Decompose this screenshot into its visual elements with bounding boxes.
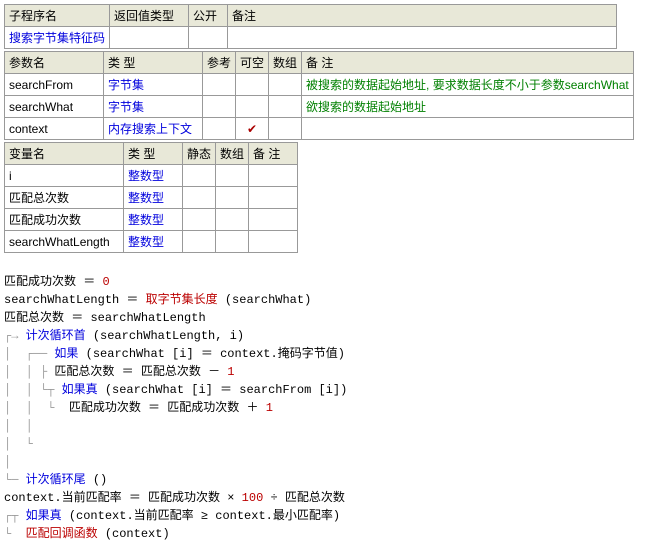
param-remark: 欲搜索的数据起始地址 (306, 100, 426, 114)
table-row: 匹配总次数整数型 (5, 187, 298, 209)
params-table: 参数名 类 型 参考 可空 数组 备 注 searchFrom 字节集 被搜索的… (4, 51, 634, 140)
param-type[interactable]: 字节集 (108, 100, 144, 114)
hdr-vtype: 类 型 (124, 143, 183, 165)
param-name: context (5, 118, 104, 140)
code-block: 匹配成功次数 ＝ 0 searchWhatLength ＝ 取字节集长度 (se… (4, 255, 672, 543)
nullable-check-icon: ✔ (236, 118, 269, 140)
param-name: searchWhat (5, 96, 104, 118)
hdr-remark: 备注 (228, 5, 617, 27)
hdr-varr: 数组 (216, 143, 249, 165)
table-row: context 内存搜索上下文 ✔ (5, 118, 634, 140)
hdr-var: 变量名 (5, 143, 124, 165)
hdr-public: 公开 (189, 5, 228, 27)
param-type[interactable]: 字节集 (108, 78, 144, 92)
hdr-subname: 子程序名 (5, 5, 110, 27)
table-row: 搜索字节集特征码 (5, 27, 617, 49)
pub-cell (189, 27, 228, 49)
param-type[interactable]: 内存搜索上下文 (108, 122, 192, 136)
table-row: searchWhat 字节集 欲搜索的数据起始地址 (5, 96, 634, 118)
remark-cell (228, 27, 617, 49)
param-name: searchFrom (5, 74, 104, 96)
hdr-remark2: 备 注 (302, 52, 634, 74)
hdr-rettype: 返回值类型 (110, 5, 189, 27)
hdr-vremark: 备 注 (249, 143, 298, 165)
table-row: searchFrom 字节集 被搜索的数据起始地址, 要求数据长度不小于参数se… (5, 74, 634, 96)
subroutine-table: 子程序名 返回值类型 公开 备注 搜索字节集特征码 (4, 4, 617, 49)
hdr-ref: 参考 (203, 52, 236, 74)
ret-cell (110, 27, 189, 49)
vars-table: 变量名 类 型 静态 数组 备 注 i整数型 匹配总次数整数型 匹配成功次数整数… (4, 142, 298, 253)
subroutine-name[interactable]: 搜索字节集特征码 (9, 31, 105, 45)
table-row: 匹配成功次数整数型 (5, 209, 298, 231)
table-row: searchWhatLength整数型 (5, 231, 298, 253)
hdr-null: 可空 (236, 52, 269, 74)
param-remark: 被搜索的数据起始地址, 要求数据长度不小于参数searchWhat (306, 78, 629, 92)
table-row: i整数型 (5, 165, 298, 187)
hdr-type: 类 型 (104, 52, 203, 74)
hdr-arr: 数组 (269, 52, 302, 74)
hdr-param: 参数名 (5, 52, 104, 74)
hdr-static: 静态 (183, 143, 216, 165)
